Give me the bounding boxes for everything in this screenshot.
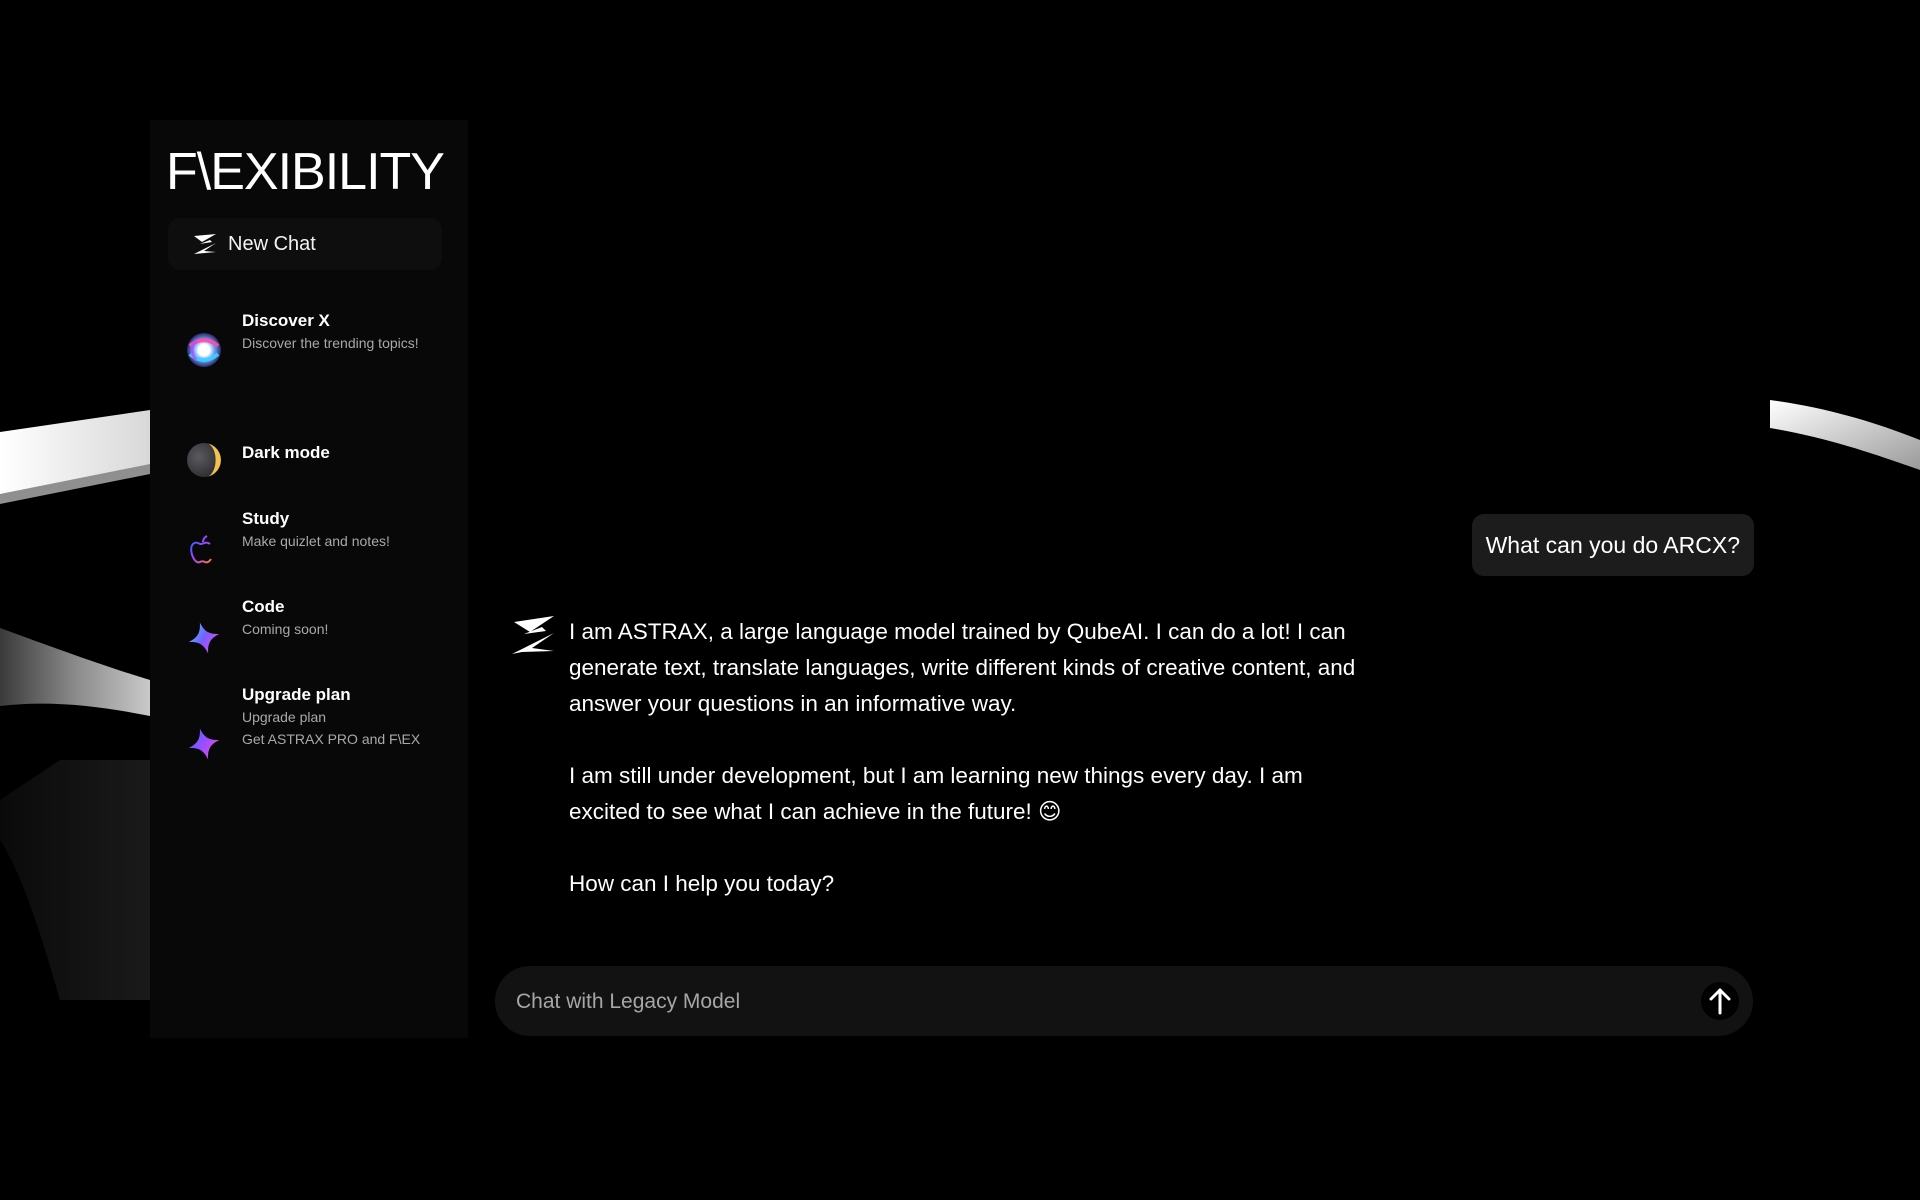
sidebar-item-description: Make quizlet and notes! <box>242 533 390 549</box>
astrax-logo-icon <box>194 234 216 254</box>
sparkle-icon <box>188 728 220 760</box>
sidebar-item-title: Upgrade plan <box>242 685 351 704</box>
assistant-paragraph: I am ASTRAX, a large language model trai… <box>569 619 1356 716</box>
app-window: F\EXIBILITY New Chat Discover X Discover… <box>0 0 1920 1200</box>
user-message-text: What can you do ARCX? <box>1485 531 1740 558</box>
sidebar-item-code[interactable]: Code Coming soon! <box>150 596 468 656</box>
sidebar-item-description: Discover the trending topics! <box>242 335 419 351</box>
send-button[interactable] <box>1701 982 1739 1020</box>
sidebar-item-study[interactable]: Study Make quizlet and notes! <box>150 508 468 568</box>
sparkle-icon <box>188 622 220 654</box>
sidebar-item-dark-mode[interactable]: Dark mode <box>150 420 468 480</box>
astrax-logo-icon <box>512 616 554 654</box>
sidebar-item-title: Discover X <box>242 311 330 330</box>
sidebar-item-title: Dark mode <box>242 443 330 462</box>
assistant-message: I am ASTRAX, a large language model trai… <box>569 614 1369 902</box>
sidebar-item-title: Code <box>242 597 285 616</box>
app-logo[interactable]: F\EXIBILITY <box>166 142 445 202</box>
new-chat-label: New Chat <box>228 232 316 255</box>
chat-composer <box>495 966 1753 1038</box>
chat-input[interactable] <box>514 966 1668 1038</box>
sidebar: F\EXIBILITY New Chat Discover X Discover… <box>150 120 468 1038</box>
arrow-up-icon <box>1709 988 1731 1015</box>
discover-orb-icon <box>187 333 221 367</box>
assistant-paragraph: How can I help you today? <box>569 871 835 896</box>
sidebar-item-discover-x[interactable]: Discover X Discover the trending topics! <box>150 310 468 390</box>
sidebar-item-description: Upgrade plan <box>242 709 327 725</box>
new-chat-button[interactable]: New Chat <box>168 218 442 270</box>
apple-logo-icon <box>190 535 212 564</box>
sidebar-item-upgrade-plan[interactable]: Upgrade plan Upgrade plan Get ASTRAX PRO… <box>150 684 468 774</box>
sidebar-item-description-secondary: Get ASTRAX PRO and F\EX <box>242 731 421 747</box>
moon-icon <box>187 443 221 477</box>
user-message-bubble: What can you do ARCX? <box>1471 514 1754 576</box>
assistant-paragraph: I am still under development, but I am l… <box>569 763 1303 824</box>
sidebar-item-description: Coming soon! <box>242 621 329 637</box>
sidebar-item-title: Study <box>242 509 290 528</box>
